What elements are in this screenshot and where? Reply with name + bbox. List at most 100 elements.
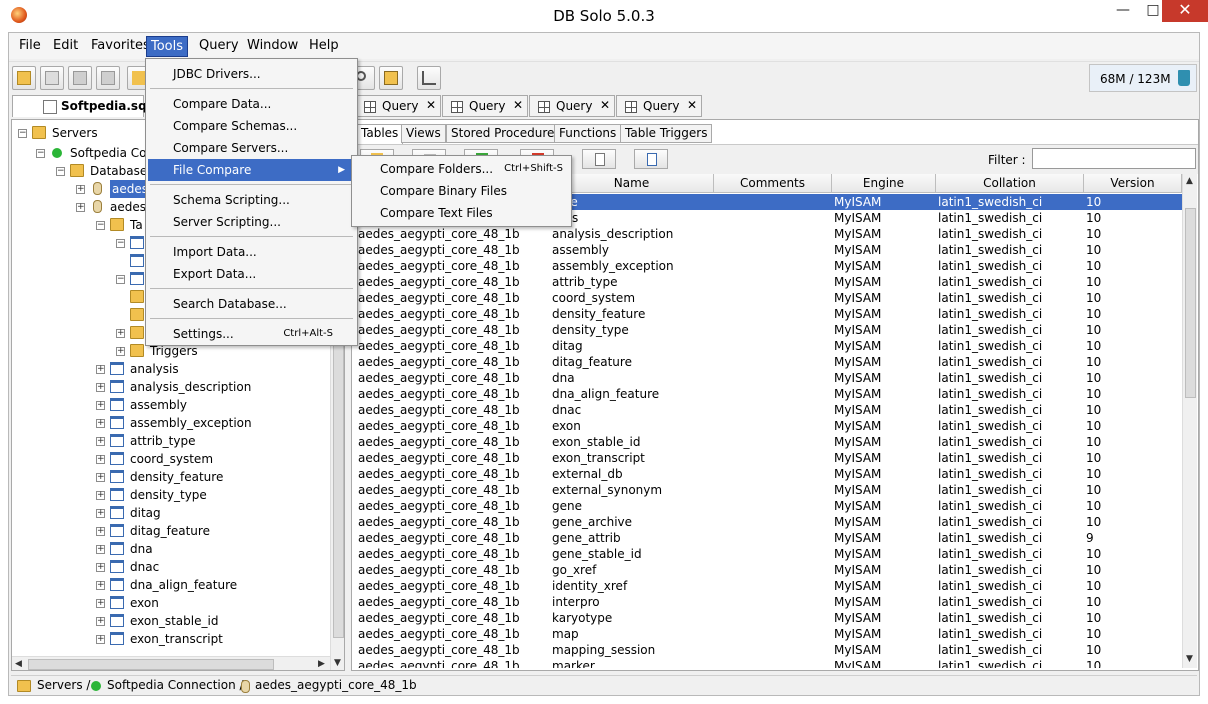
query-tab-2[interactable]: Query ✕ bbox=[442, 95, 528, 117]
open-file-button[interactable] bbox=[12, 66, 36, 90]
collapse-icon[interactable]: − bbox=[36, 149, 45, 158]
save-all-button[interactable] bbox=[96, 66, 120, 90]
menu-server-scripting[interactable]: Server Scripting... bbox=[148, 211, 355, 233]
expand-icon[interactable]: + bbox=[96, 401, 105, 410]
menu-search-database[interactable]: Search Database... bbox=[148, 293, 355, 315]
menu-window[interactable]: Window bbox=[243, 36, 302, 57]
scroll-right-icon[interactable]: ▶ bbox=[318, 659, 325, 669]
tab-tables[interactable]: Tables bbox=[356, 124, 404, 144]
table-row[interactable]: aedes_aegypti_core_48_1b analysis_descrip… bbox=[356, 226, 1182, 242]
close-tab-icon[interactable]: ✕ bbox=[600, 98, 610, 112]
table-row[interactable]: aedes_aegypti_core_48_1b gene_stable_id My… bbox=[356, 546, 1182, 562]
menu-compare-schemas[interactable]: Compare Schemas... bbox=[148, 115, 355, 137]
expand-icon[interactable]: + bbox=[116, 329, 125, 338]
menu-favorites[interactable]: Favorites bbox=[87, 36, 154, 57]
breadcrumb-servers[interactable]: Servers / bbox=[37, 678, 90, 692]
table-row[interactable]: aedes_aegypti_core_48_1b external_db MyISA… bbox=[356, 466, 1182, 482]
expand-icon[interactable]: + bbox=[96, 599, 105, 608]
menu-help[interactable]: Help bbox=[305, 36, 343, 57]
close-tab-icon[interactable]: ✕ bbox=[426, 98, 436, 112]
breadcrumb-connection[interactable]: Softpedia Connection / bbox=[107, 678, 244, 692]
query-tab-4[interactable]: Query ✕ bbox=[616, 95, 702, 117]
copy-button[interactable] bbox=[379, 66, 403, 90]
table-row[interactable]: aedes_aegypti_core_48_1b ditag_feature MyI… bbox=[356, 354, 1182, 370]
menu-settings[interactable]: Settings... Ctrl+Alt-S bbox=[148, 323, 355, 345]
close-tab-icon[interactable]: ✕ bbox=[513, 98, 523, 112]
menu-compare-binary-files[interactable]: Compare Binary Files bbox=[354, 180, 571, 202]
table-row[interactable]: aedes_aegypti_core_48_1b dna_align_featur… bbox=[356, 386, 1182, 402]
grid-scroll-thumb[interactable] bbox=[1185, 208, 1196, 398]
table-row[interactable]: aedes_aegypti_core_48_1b marker MyISAM lati… bbox=[356, 658, 1182, 668]
tab-table-triggers[interactable]: Table Triggers bbox=[620, 124, 713, 143]
column-header-engine[interactable]: Engine bbox=[832, 174, 936, 193]
table-row[interactable]: aedes_aegypti_core_48_1b exon_transcript M… bbox=[356, 450, 1182, 466]
collapse-icon[interactable]: − bbox=[96, 221, 105, 230]
table-row[interactable]: aedes_aegypti_core_48_1b identity_xref MyI… bbox=[356, 578, 1182, 594]
menu-compare-data[interactable]: Compare Data... bbox=[148, 93, 355, 115]
trash-icon[interactable] bbox=[1178, 70, 1190, 86]
expand-icon[interactable]: + bbox=[96, 365, 105, 374]
menu-schema-scripting[interactable]: Schema Scripting... bbox=[148, 189, 355, 211]
expand-icon[interactable]: + bbox=[96, 563, 105, 572]
menu-file-compare[interactable]: File Compare ▶ bbox=[148, 159, 355, 181]
table-row[interactable]: aedes_aegypti_core_48_1b karyotype MyISAM l… bbox=[356, 610, 1182, 626]
close-window-button[interactable]: ✕ bbox=[1162, 0, 1208, 22]
tab-functions[interactable]: Functions bbox=[554, 124, 622, 143]
table-row[interactable]: aedes_aegypti_core_48_1b density_type MyIS… bbox=[356, 322, 1182, 338]
expand-icon[interactable]: + bbox=[116, 347, 125, 356]
menu-compare-text-files[interactable]: Compare Text Files bbox=[354, 202, 571, 224]
script-button[interactable] bbox=[634, 149, 668, 169]
expand-icon[interactable]: + bbox=[96, 545, 105, 554]
properties-button[interactable] bbox=[582, 149, 616, 169]
table-row[interactable]: aedes_aegypti_core_48_1b gene MyISAM latin1… bbox=[356, 498, 1182, 514]
table-row[interactable]: aedes_aegypti_core_48_1b coord_system MyIS… bbox=[356, 290, 1182, 306]
open-connection-button[interactable] bbox=[40, 66, 64, 90]
menu-export-data[interactable]: Export Data... bbox=[148, 263, 355, 285]
collapse-icon[interactable]: − bbox=[56, 167, 65, 176]
expand-icon[interactable]: + bbox=[96, 473, 105, 482]
menu-jdbc-drivers[interactable]: JDBC Drivers... bbox=[148, 63, 355, 85]
expand-icon[interactable]: + bbox=[76, 185, 85, 194]
table-row[interactable]: aedes_aegypti_core_48_1b ditag MyISAM latin… bbox=[356, 338, 1182, 354]
column-header-version[interactable]: Version bbox=[1084, 174, 1182, 193]
column-header-collation[interactable]: Collation bbox=[936, 174, 1084, 193]
file-tab-softpedia[interactable]: Softpedia.sql bbox=[12, 95, 151, 117]
explain-plan-button[interactable] bbox=[417, 66, 441, 90]
scroll-down-icon[interactable]: ▼ bbox=[1186, 654, 1193, 664]
collapse-icon[interactable]: − bbox=[116, 239, 125, 248]
tab-views[interactable]: Views bbox=[401, 124, 446, 143]
column-header-name[interactable]: Name bbox=[550, 174, 714, 193]
table-row[interactable]: aedes_aegypti_core_48_1b exon_stable_id My… bbox=[356, 434, 1182, 450]
breadcrumb-database[interactable]: aedes_aegypti_core_48_1b bbox=[255, 678, 417, 692]
expand-icon[interactable]: + bbox=[96, 581, 105, 590]
table-row[interactable]: aedes_aegypti_core_48_1b map MyISAM latin1_… bbox=[356, 626, 1182, 642]
tree-horizontal-scrollbar[interactable]: ◀ ▶ bbox=[12, 656, 330, 670]
table-row[interactable]: aedes_aegypti_core_48_1b interpro MyISAM la… bbox=[356, 594, 1182, 610]
expand-icon[interactable]: + bbox=[76, 203, 85, 212]
menu-import-data[interactable]: Import Data... bbox=[148, 241, 355, 263]
table-row[interactable]: aedes_aegypti_core_48_1b density_feature M… bbox=[356, 306, 1182, 322]
expand-icon[interactable]: + bbox=[96, 383, 105, 392]
menu-file[interactable]: File bbox=[15, 36, 45, 57]
table-row[interactable]: aedes_aegypti_core_48_1b exon MyISAM latin1… bbox=[356, 418, 1182, 434]
menu-compare-servers[interactable]: Compare Servers... bbox=[148, 137, 355, 159]
expand-icon[interactable]: + bbox=[96, 455, 105, 464]
query-tab-3[interactable]: Query ✕ bbox=[529, 95, 615, 117]
menu-compare-folders[interactable]: Compare Folders... Ctrl+Shift-S bbox=[354, 158, 571, 180]
expand-icon[interactable]: + bbox=[96, 527, 105, 536]
table-row[interactable]: aedes_aegypti_core_48_1b assembly MyISAM la… bbox=[356, 242, 1182, 258]
expand-icon[interactable]: + bbox=[96, 617, 105, 626]
query-tab-1[interactable]: Query ✕ bbox=[355, 95, 441, 117]
menu-query[interactable]: Query bbox=[195, 36, 243, 57]
scroll-left-icon[interactable]: ◀ bbox=[15, 659, 22, 669]
menu-edit[interactable]: Edit bbox=[49, 36, 82, 57]
grid-vertical-scrollbar[interactable]: ▲ ▼ bbox=[1182, 174, 1197, 668]
minimize-button[interactable]: — bbox=[1108, 0, 1138, 22]
table-row[interactable]: aedes_aegypti_core_48_1b external_synonym… bbox=[356, 482, 1182, 498]
tree-hscroll-thumb[interactable] bbox=[28, 659, 274, 670]
expand-icon[interactable]: + bbox=[96, 509, 105, 518]
expand-icon[interactable]: + bbox=[96, 419, 105, 428]
save-button[interactable] bbox=[68, 66, 92, 90]
table-row[interactable]: aedes_aegypti_core_48_1b attrib_type MyISA… bbox=[356, 274, 1182, 290]
table-row[interactable]: aedes_aegypti_core_48_1b gene_attrib MyISA… bbox=[356, 530, 1182, 546]
